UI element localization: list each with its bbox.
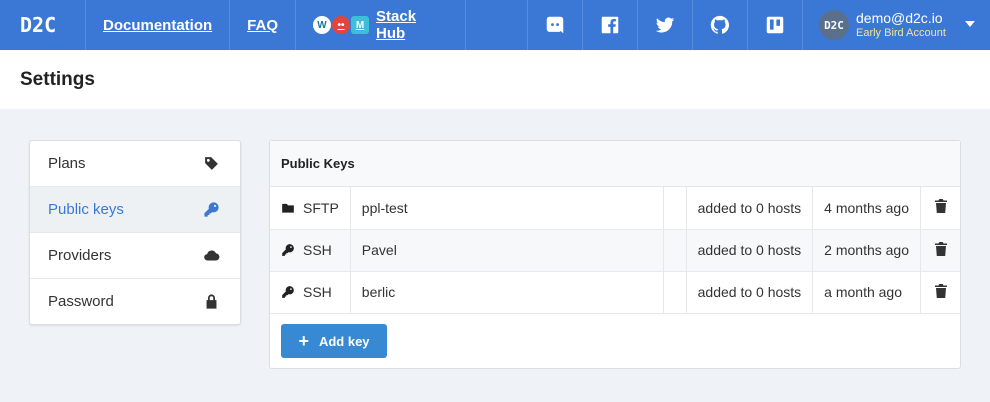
- cloud-icon: [204, 250, 220, 261]
- public-keys-panel: Public Keys SFTP ppl-test added to 0 hos…: [269, 140, 961, 369]
- public-keys-table: SFTP ppl-test added to 0 hosts 4 months …: [270, 187, 960, 314]
- delete-key-button[interactable]: [920, 229, 960, 272]
- chat-icon: ••: [332, 16, 351, 34]
- key-icon: [282, 286, 294, 298]
- key-time: 2 months ago: [812, 229, 922, 272]
- table-row: SSH berlic added to 0 hosts a month ago: [270, 271, 960, 314]
- stack-hub-label: Stack Hub: [376, 8, 417, 42]
- nav-link-faq[interactable]: FAQ: [230, 0, 297, 50]
- stack-hub-icons: W •• M: [313, 16, 370, 34]
- top-navbar: D2C Documentation FAQ W •• M Stack Hub D…: [0, 0, 990, 50]
- key-type: SSH: [303, 242, 332, 258]
- key-name: berlic: [350, 271, 665, 314]
- key-time: 4 months ago: [812, 187, 922, 230]
- delete-key-button[interactable]: [920, 271, 960, 314]
- key-name: Pavel: [350, 229, 665, 272]
- key-icon: [204, 202, 219, 217]
- sidebar-item-plans[interactable]: Plans: [30, 141, 240, 187]
- table-row: SSH Pavel added to 0 hosts 2 months ago: [270, 229, 960, 272]
- nav-link-documentation[interactable]: Documentation: [86, 0, 231, 50]
- trello-icon: [766, 16, 784, 34]
- nav-spacer: [466, 0, 528, 50]
- key-blank-cell: [663, 271, 687, 314]
- add-key-label: Add key: [318, 333, 370, 349]
- sidebar-item-label: Password: [48, 293, 114, 310]
- chevron-down-icon: [965, 21, 975, 27]
- sidebar-item-password[interactable]: Password: [30, 279, 240, 324]
- lock-icon: [206, 294, 217, 309]
- key-hosts: added to 0 hosts: [686, 271, 814, 314]
- m-icon: M: [351, 16, 370, 34]
- folder-icon: [282, 203, 294, 213]
- sidebar-item-label: Providers: [48, 247, 112, 264]
- key-time: a month ago: [812, 271, 922, 314]
- sidebar-item-public-keys[interactable]: Public keys: [30, 187, 240, 233]
- table-row: SFTP ppl-test added to 0 hosts 4 months …: [270, 187, 960, 230]
- sidebar-item-label: Plans: [48, 155, 86, 172]
- trash-icon: [934, 199, 947, 214]
- key-hosts: added to 0 hosts: [686, 229, 814, 272]
- user-info: demo@d2c.io Early Bird Account: [856, 10, 946, 39]
- key-type: SFTP: [303, 199, 339, 216]
- sidebar-item-label: Public keys: [48, 201, 124, 218]
- sidebar-item-providers[interactable]: Providers: [30, 233, 240, 279]
- discord-icon: [546, 16, 564, 34]
- discord-link[interactable]: [528, 0, 583, 50]
- key-type-cell: SFTP: [270, 187, 351, 230]
- key-hosts: added to 0 hosts: [686, 187, 814, 230]
- key-type-cell: SSH: [270, 229, 351, 272]
- facebook-link[interactable]: [583, 0, 638, 50]
- key-blank-cell: [663, 229, 687, 272]
- trash-icon: [934, 241, 947, 256]
- user-menu[interactable]: D2C demo@d2c.io Early Bird Account: [803, 0, 990, 50]
- twitter-link[interactable]: [638, 0, 693, 50]
- panel-title: Public Keys: [270, 141, 960, 187]
- key-type-cell: SSH: [270, 271, 351, 314]
- user-plan: Early Bird Account: [856, 26, 946, 39]
- wordpress-icon: W: [313, 16, 332, 34]
- delete-key-button[interactable]: [920, 187, 960, 230]
- user-email: demo@d2c.io: [856, 10, 943, 27]
- settings-sidebar: Plans Public keys Providers Password: [29, 140, 241, 325]
- key-blank-cell: [663, 187, 687, 230]
- page-header: Settings: [0, 50, 990, 109]
- key-type: SSH: [303, 284, 332, 300]
- twitter-icon: [655, 17, 675, 33]
- brand-logo[interactable]: D2C: [0, 0, 86, 50]
- nav-link-stack-hub[interactable]: W •• M Stack Hub: [296, 0, 467, 50]
- plus-icon: +: [298, 331, 309, 351]
- add-key-button[interactable]: + Add key: [281, 324, 387, 358]
- trello-link[interactable]: [748, 0, 803, 50]
- page-title: Settings: [20, 68, 95, 90]
- facebook-icon: [601, 16, 619, 34]
- github-icon: [710, 15, 729, 34]
- github-link[interactable]: [693, 0, 748, 50]
- key-name: ppl-test: [350, 187, 665, 230]
- trash-icon: [934, 283, 947, 298]
- tag-icon: [205, 157, 218, 170]
- avatar: D2C: [819, 10, 849, 40]
- key-icon: [282, 244, 294, 256]
